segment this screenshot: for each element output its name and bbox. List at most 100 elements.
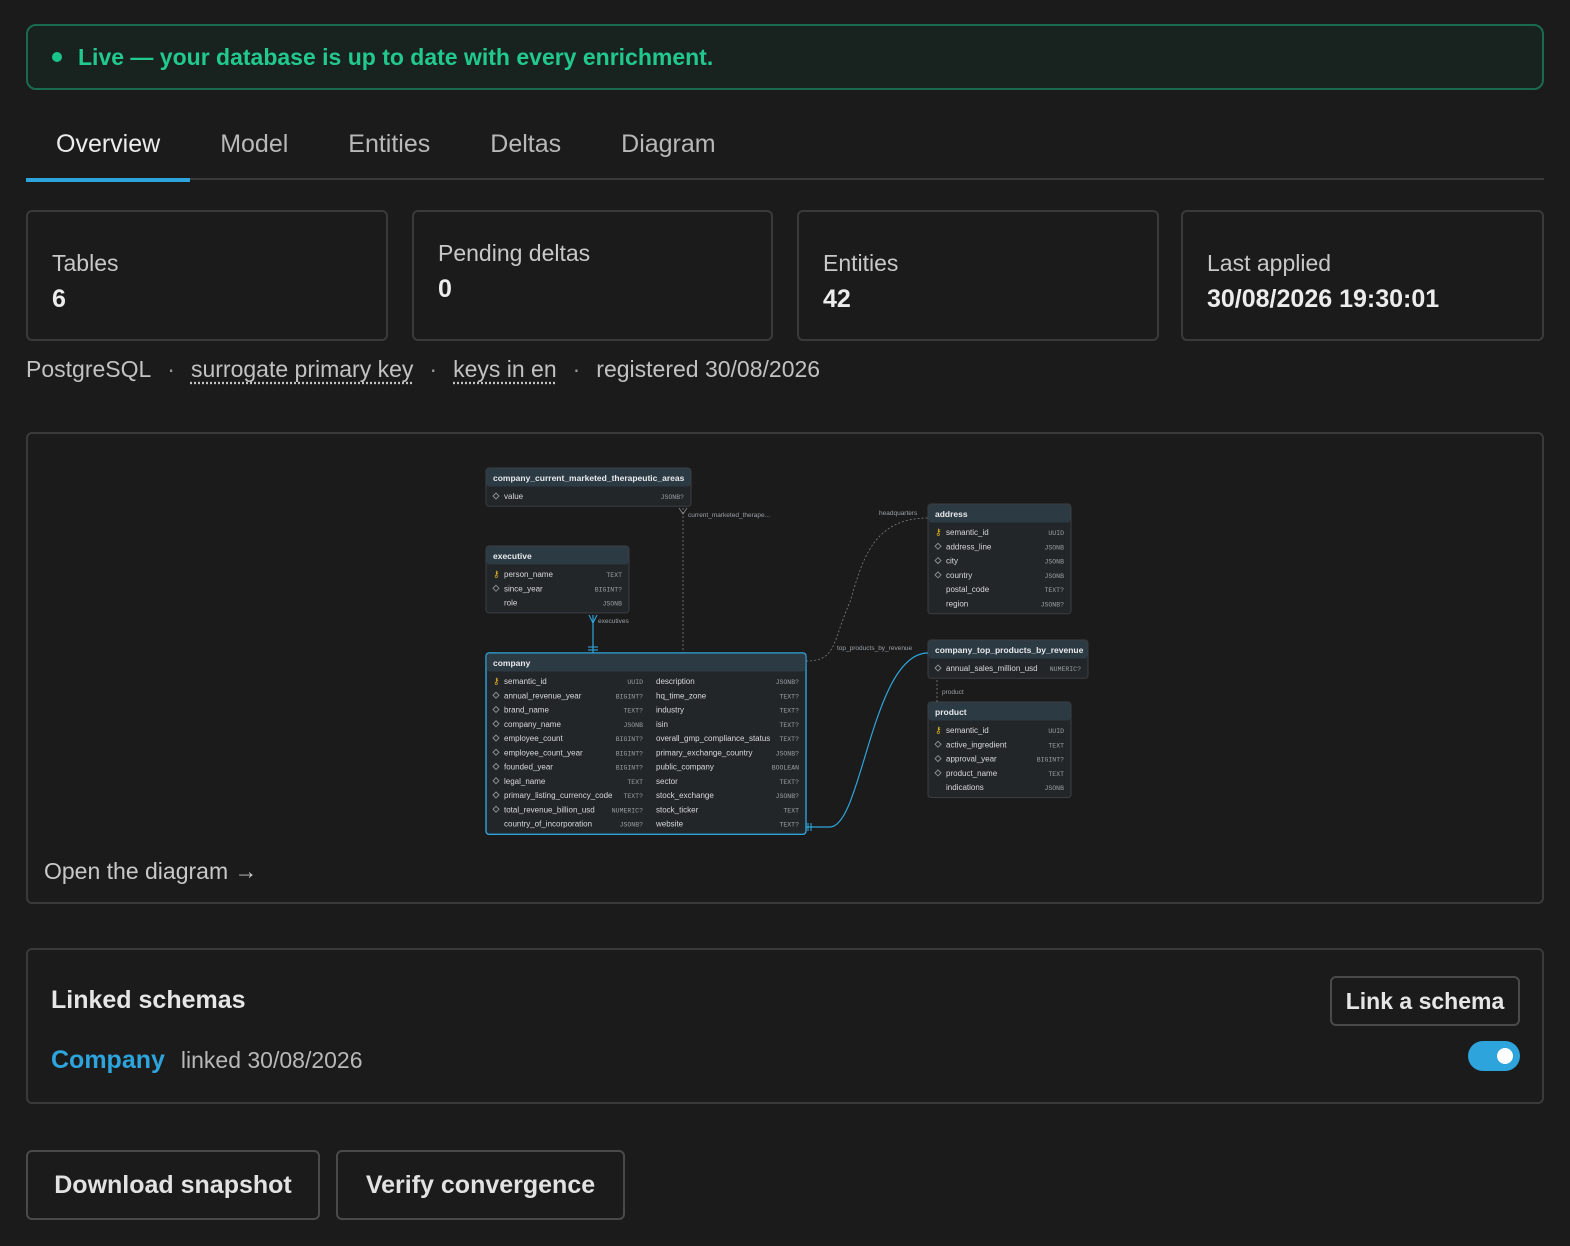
primary-key-icon: ⚷ [493,569,500,579]
er-table-name: product [935,707,967,717]
column-name: since_year [504,584,543,593]
tab-overview[interactable]: Overview [26,118,191,182]
column-name: description [656,677,695,686]
download-snapshot-button[interactable]: Download snapshot [26,1150,320,1220]
column-name: legal_name [504,777,546,786]
schema-meta: PostgreSQL · surrogate primary key · key… [26,356,820,383]
link-schema-button[interactable]: Link a schema [1330,976,1520,1026]
column-type: BOOLEAN [772,765,799,772]
linked-schema-name[interactable]: Company [51,1046,165,1075]
column-name: primary_exchange_country [656,748,753,757]
stat-value: 42 [823,285,851,313]
er-table-name: company [493,658,531,668]
column-name: semantic_id [504,677,547,686]
live-status-banner: Live — your database is up to date with … [26,24,1544,90]
key-strategy-label: surrogate primary key [190,356,414,382]
column-name: address_line [946,542,992,551]
column-name: public_company [656,763,714,772]
stat-label: Tables [52,250,119,276]
column-type: TEXT? [623,793,643,800]
column-type: TEXT? [779,822,799,829]
column-type: BIGINT? [616,765,643,772]
column-type: TEXT? [779,736,799,743]
meta-separator: · [167,356,175,382]
column-name: founded_year [504,763,553,772]
column-name: semantic_id [946,528,989,537]
tab-bar: Overview Model Entities Deltas Diagram [26,118,1544,182]
column-name: stock_exchange [656,791,714,800]
er-table-header [486,653,806,672]
stat-value: 6 [52,285,66,313]
diagram-preview[interactable]: company_current_marketed_therapeutic_are… [26,432,1544,904]
er-table-name: company_top_products_by_revenue [935,645,1084,655]
column-name: industry [656,706,684,715]
column-type: TEXT [783,807,799,814]
stat-value: 30/08/2026 19:30:01 [1207,285,1440,313]
primary-key-icon: ⚷ [493,676,500,686]
live-status-text: Live — your database is up to date with … [78,43,714,70]
stat-card-last-applied: Last applied 30/08/2026 19:30:01 [1181,210,1544,341]
edge-label-top-products: top_products_by_revenue [837,645,913,652]
tab-deltas[interactable]: Deltas [460,118,591,180]
column-type: JSONB? [1041,602,1065,609]
stat-label: Pending deltas [438,240,591,266]
registered-label: registered 30/08/2026 [596,356,821,382]
column-type: TEXT [1048,771,1064,778]
column-name: website [655,820,684,829]
column-type: JSONB? [661,494,685,501]
er-table-name: executive [493,551,532,561]
linked-schemas-panel: Linked schemas Link a schema Company lin… [26,948,1544,1104]
column-type: JSONB [1044,573,1064,580]
stat-card-pending-deltas: Pending deltas 0 [412,210,773,341]
meta-separator: · [572,356,581,382]
edge-top-products [806,652,929,828]
column-name: person_name [504,570,553,579]
column-type: TEXT? [779,722,799,729]
linked-schema-toggle[interactable] [1468,1041,1520,1071]
column-type: BIGINT? [1037,757,1064,764]
column-type: BIGINT? [616,693,643,700]
column-name: overall_gmp_compliance_status [656,734,770,743]
column-type: TEXT? [779,779,799,786]
column-type: JSONB? [776,793,800,800]
stat-label: Last applied [1207,250,1332,276]
column-type: NUMERIC? [1050,666,1081,673]
column-name: country_of_incorporation [504,820,592,829]
column-name: semantic_id [946,726,989,735]
engine-label: PostgreSQL [26,356,152,382]
edge-label-executives: executives [598,618,629,625]
meta-separator: · [429,356,438,382]
tab-diagram[interactable]: Diagram [591,118,745,180]
column-type: TEXT? [779,708,799,715]
tab-model[interactable]: Model [190,118,318,180]
column-name: indications [946,783,984,792]
linked-schema-date: linked 30/08/2026 [180,1047,363,1073]
column-type: JSONB [623,722,643,729]
tab-entities[interactable]: Entities [318,118,460,180]
column-name: active_ingredient [946,740,1007,749]
primary-key-icon: ⚷ [935,725,942,735]
column-name: city [946,557,958,566]
edge-label-headquarters: headquarters [879,510,918,517]
column-name: brand_name [504,706,549,715]
column-type: JSONB? [776,679,800,686]
column-type: JSONB? [620,822,644,829]
column-type: JSONB [1044,785,1064,792]
column-name: hq_time_zone [656,691,707,700]
column-type: BIGINT? [616,736,643,743]
toggle-knob [1497,1048,1513,1064]
column-type: UUID [627,679,643,686]
column-name: employee_count [504,734,563,743]
verify-convergence-button[interactable]: Verify convergence [336,1150,625,1220]
open-diagram-link[interactable]: Open the diagram → [44,858,258,885]
er-table-name: company_current_marketed_therapeutic_are… [493,473,685,483]
stat-value: 0 [438,275,452,303]
column-name: sector [656,777,678,786]
er-diagram: company_current_marketed_therapeutic_are… [485,467,1089,836]
column-name: product_name [946,769,998,778]
column-type: TEXT [627,779,643,786]
primary-key-icon: ⚷ [935,527,942,537]
column-type: TEXT? [623,708,643,715]
stat-card-entities: Entities 42 [797,210,1159,341]
edge-label-product: product [942,689,964,696]
